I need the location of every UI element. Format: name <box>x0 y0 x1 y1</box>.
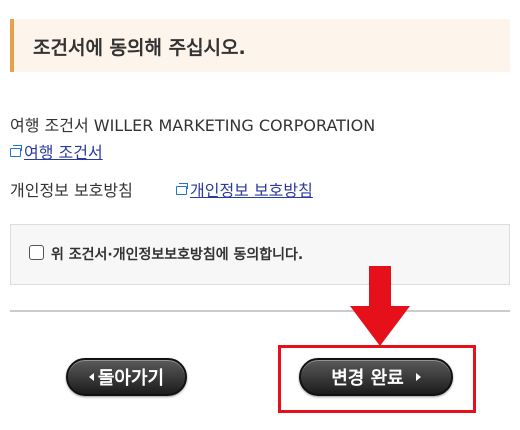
privacy-link-label[interactable]: 개인정보 보호방침 <box>190 181 313 200</box>
back-button-label[interactable]: 돌아가기 <box>98 364 164 390</box>
back-button[interactable]: 돌아가기 <box>66 358 187 396</box>
down-arrow-icon <box>350 266 410 346</box>
terms-link-label[interactable]: 여행 조건서 <box>24 143 103 162</box>
section-header: 조건서에 동의해 주십시오. <box>10 19 510 72</box>
terms-description: 여행 조건서 WILLER MARKETING CORPORATION <box>10 116 376 135</box>
external-link-icon <box>10 145 22 157</box>
terms-link[interactable]: 여행 조건서 <box>10 139 103 163</box>
privacy-label: 개인정보 보호방침 <box>10 181 133 200</box>
divider <box>10 310 510 312</box>
external-link-icon <box>176 183 188 195</box>
annotation-highlight-box <box>278 345 476 413</box>
agree-checkbox[interactable] <box>29 245 44 260</box>
triangle-left-icon <box>88 373 94 381</box>
page-title: 조건서에 동의해 주십시오. <box>33 37 246 59</box>
privacy-link[interactable]: 개인정보 보호방침 <box>176 177 313 201</box>
agree-checkbox-label[interactable]: 위 조건서·개인정보보호방침에 동의합니다. <box>51 244 303 264</box>
agreement-box: 위 조건서·개인정보보호방침에 동의합니다. <box>10 224 510 285</box>
